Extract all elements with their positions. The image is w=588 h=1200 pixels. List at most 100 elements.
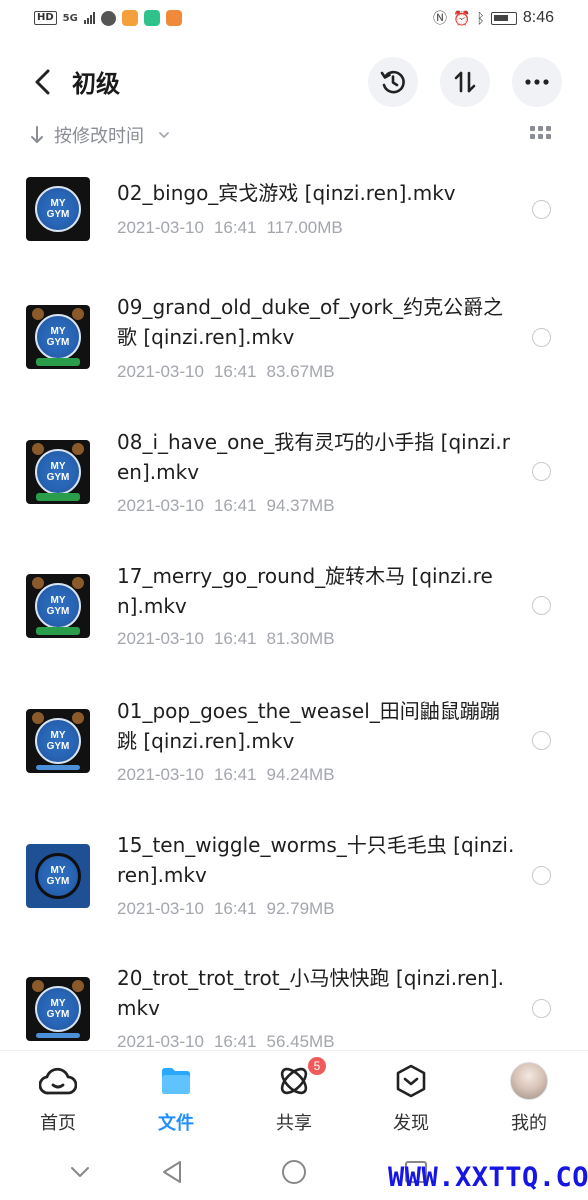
file-meta: 2021-03-10 16:41 81.30MB bbox=[117, 629, 335, 649]
file-meta: 2021-03-10 16:41 94.24MB bbox=[117, 765, 335, 785]
file-time: 16:41 bbox=[213, 629, 257, 648]
more-button[interactable] bbox=[512, 57, 562, 107]
file-name: 08_i_have_one_我有灵巧的小手指 [qinzi.ren].mkv bbox=[117, 430, 511, 484]
file-size: 94.37MB bbox=[266, 496, 335, 515]
file-date: 2021-03-10 bbox=[117, 362, 204, 381]
network-type: 5G bbox=[62, 12, 78, 24]
triangle-back-icon bbox=[163, 1161, 181, 1183]
file-date: 2021-03-10 bbox=[117, 629, 204, 648]
status-right: Ⓝ ⏰ ᛒ 8:46 bbox=[433, 8, 554, 28]
discover-cube-icon bbox=[391, 1061, 431, 1101]
nav-files[interactable]: 文件 bbox=[136, 1061, 216, 1141]
voice-icon bbox=[100, 10, 116, 26]
alarm-icon: ⏰ bbox=[453, 9, 471, 26]
file-meta: 2021-03-10 16:41 83.67MB bbox=[117, 362, 335, 382]
select-radio[interactable] bbox=[532, 866, 551, 885]
nav-share[interactable]: 5 共享 bbox=[254, 1055, 334, 1141]
select-radio[interactable] bbox=[532, 596, 551, 615]
clock: 8:46 bbox=[522, 9, 554, 26]
nfc-icon: Ⓝ bbox=[433, 10, 448, 26]
status-left: HD 5G bbox=[34, 10, 182, 26]
system-back-button[interactable] bbox=[152, 1154, 192, 1190]
share-badge: 5 bbox=[306, 1055, 328, 1077]
nav-discover-label: 发现 bbox=[393, 1113, 429, 1134]
video-thumbnail: MY GYM bbox=[26, 305, 90, 369]
file-size: 81.30MB bbox=[266, 629, 335, 648]
nav-mine-label: 我的 bbox=[511, 1113, 547, 1134]
arrow-down-icon bbox=[31, 126, 43, 143]
file-name: 09_grand_old_duke_of_york_约克公爵之歌 [qinzi.… bbox=[117, 295, 504, 349]
back-button[interactable] bbox=[24, 62, 60, 102]
nav-discover[interactable]: 发现 bbox=[371, 1061, 451, 1141]
file-name: 01_pop_goes_the_weasel_田间鼬鼠蹦蹦跳 [qinzi.re… bbox=[117, 699, 500, 753]
select-radio[interactable] bbox=[532, 328, 551, 347]
app-notification-icon bbox=[121, 10, 138, 26]
collapse-button[interactable] bbox=[60, 1154, 100, 1190]
file-size: 117.00MB bbox=[266, 218, 343, 237]
file-date: 2021-03-10 bbox=[117, 496, 204, 515]
file-time: 16:41 bbox=[213, 362, 257, 381]
video-thumbnail: MY GYM bbox=[26, 977, 90, 1041]
app-notification-icon bbox=[165, 10, 182, 26]
mygym-logo: MY GYM bbox=[35, 718, 81, 764]
app-header: 初级 bbox=[0, 52, 588, 112]
more-icon bbox=[525, 79, 549, 85]
file-time: 16:41 bbox=[213, 765, 257, 784]
mygym-logo: MY GYM bbox=[35, 186, 81, 232]
video-thumbnail: MY GYM bbox=[26, 844, 90, 908]
file-date: 2021-03-10 bbox=[117, 765, 204, 784]
file-time: 16:41 bbox=[213, 218, 257, 237]
file-meta: 2021-03-10 16:41 92.79MB bbox=[117, 899, 335, 919]
video-thumbnail: MY GYM bbox=[26, 574, 90, 638]
hd-badge: HD bbox=[34, 11, 57, 25]
file-meta: 2021-03-10 16:41 94.37MB bbox=[117, 496, 335, 516]
file-list: MY GYM 02_bingo_宾戈游戏 [qinzi.ren].mkv 2021… bbox=[0, 160, 588, 1050]
select-radio[interactable] bbox=[532, 200, 551, 219]
avatar bbox=[510, 1062, 548, 1100]
file-date: 2021-03-10 bbox=[117, 218, 204, 237]
app-notification-icon bbox=[143, 10, 160, 26]
page-title: 初级 bbox=[72, 70, 120, 98]
system-home-button[interactable] bbox=[274, 1154, 314, 1190]
bluetooth-icon: ᛒ bbox=[476, 10, 485, 26]
file-name: 02_bingo_宾戈游戏 [qinzi.ren].mkv bbox=[117, 181, 456, 205]
chevron-down-icon bbox=[159, 132, 169, 138]
sort-button[interactable] bbox=[440, 57, 490, 107]
circle-home-icon bbox=[282, 1160, 306, 1184]
file-meta: 2021-03-10 16:41 117.00MB bbox=[117, 218, 343, 238]
file-name: 17_merry_go_round_旋转木马 [qinzi.ren].mkv bbox=[117, 564, 493, 618]
signal-icon bbox=[83, 12, 95, 24]
select-radio[interactable] bbox=[532, 999, 551, 1018]
mygym-logo: MY GYM bbox=[35, 449, 81, 495]
file-name: 15_ten_wiggle_worms_十只毛毛虫 [qinzi.ren].mk… bbox=[117, 833, 515, 887]
nav-mine[interactable]: 我的 bbox=[489, 1061, 569, 1141]
mygym-logo: MY GYM bbox=[35, 853, 81, 899]
file-name: 20_trot_trot_trot_小马快快跑 [qinzi.ren].mkv bbox=[117, 966, 504, 1020]
file-time: 16:41 bbox=[213, 496, 257, 515]
nav-home-label: 首页 bbox=[40, 1113, 76, 1134]
mygym-logo: MY GYM bbox=[35, 986, 81, 1032]
nav-share-label: 共享 bbox=[276, 1113, 312, 1134]
history-button[interactable] bbox=[368, 57, 418, 107]
status-bar: HD 5G Ⓝ ⏰ ᛒ 8:46 bbox=[0, 0, 588, 36]
bottom-nav: 首页 文件 5 共享 发现 我的 bbox=[0, 1050, 588, 1144]
mygym-logo: MY GYM bbox=[35, 314, 81, 360]
file-size: 83.67MB bbox=[266, 362, 335, 381]
select-radio[interactable] bbox=[532, 462, 551, 481]
nav-home[interactable]: 首页 bbox=[18, 1061, 98, 1141]
video-thumbnail: MY GYM bbox=[26, 709, 90, 773]
file-size: 56.45MB bbox=[266, 1032, 335, 1050]
select-radio[interactable] bbox=[532, 731, 551, 750]
sort-icon bbox=[454, 71, 476, 93]
sort-bar: 按修改时间 bbox=[0, 118, 588, 152]
cloud-home-icon bbox=[38, 1061, 78, 1101]
file-date: 2021-03-10 bbox=[117, 1032, 204, 1050]
battery-icon bbox=[490, 11, 517, 25]
grid-view-icon[interactable] bbox=[530, 126, 552, 144]
nav-files-label: 文件 bbox=[158, 1113, 194, 1134]
avatar-wrap bbox=[509, 1061, 549, 1101]
sort-selector[interactable]: 按修改时间 bbox=[30, 122, 170, 148]
chevron-left-icon bbox=[35, 69, 50, 95]
video-thumbnail: MY GYM bbox=[26, 177, 90, 241]
file-size: 92.79MB bbox=[266, 899, 335, 918]
